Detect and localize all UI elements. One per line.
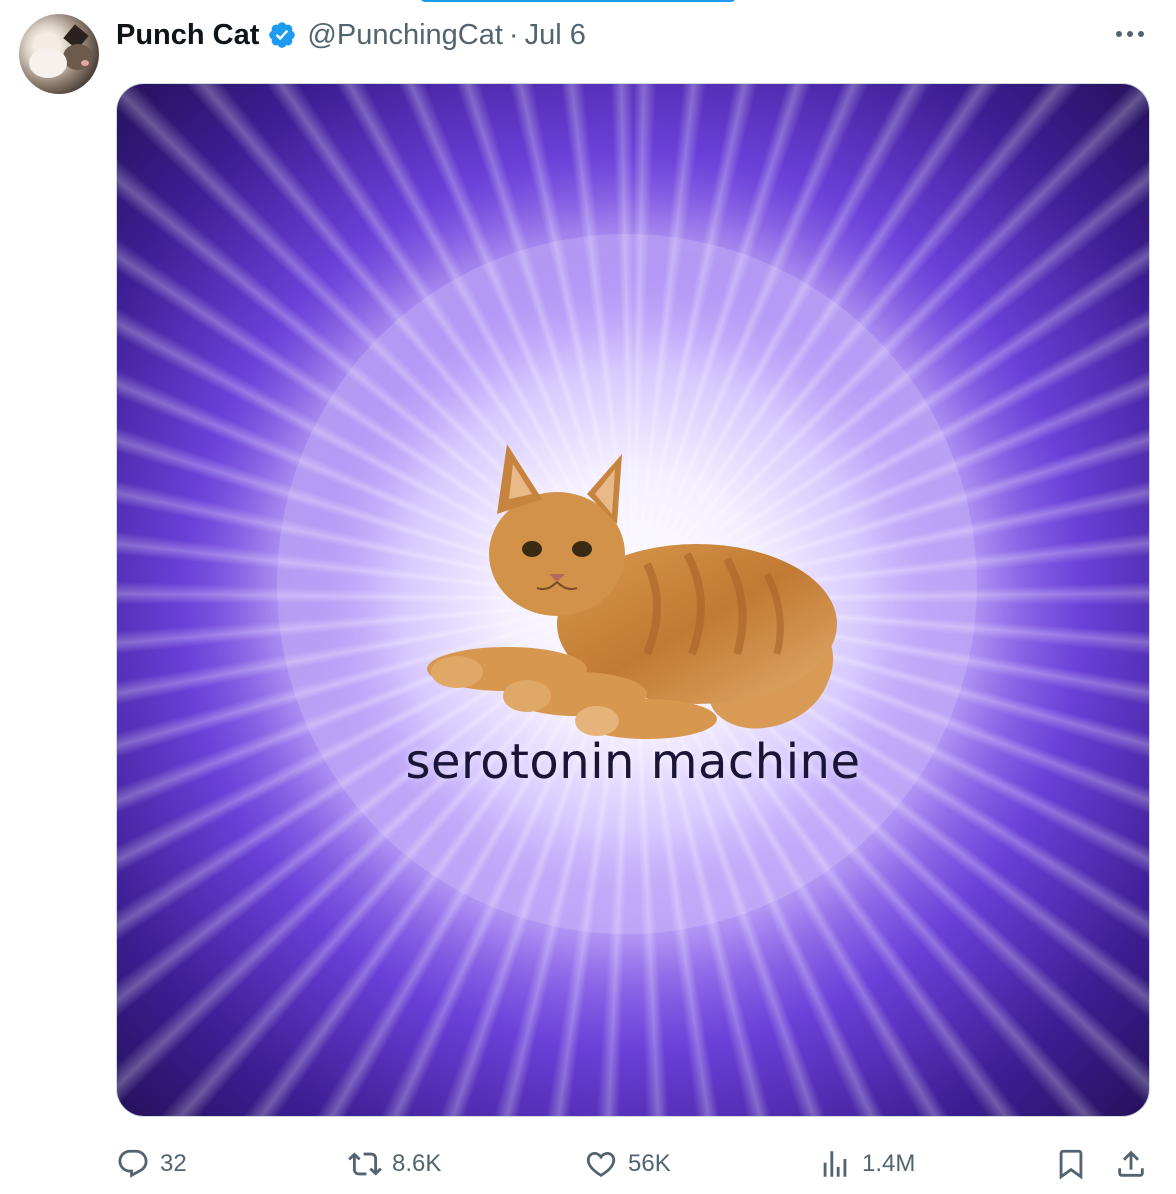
avatar-patch-shape xyxy=(63,44,93,70)
tweet-action-bar: 32 8.6K 56K 1.4M xyxy=(116,1140,1156,1188)
tweet-date[interactable]: Jul 6 xyxy=(525,19,586,52)
separator-dot: · xyxy=(508,18,519,51)
media-caption: serotonin machine xyxy=(405,734,861,790)
like-button[interactable]: 56K xyxy=(584,1140,671,1188)
views-chart-icon xyxy=(823,1151,847,1177)
bookmark-button[interactable] xyxy=(1054,1140,1088,1188)
avatar-face-shape xyxy=(29,48,67,78)
top-indicator-bar xyxy=(420,0,736,2)
share-icon xyxy=(1118,1150,1144,1177)
tweet-media-image[interactable]: serotonin machine xyxy=(116,83,1150,1117)
views-button[interactable]: 1.4M xyxy=(818,1140,915,1188)
views-count: 1.4M xyxy=(862,1150,916,1177)
bookmark-icon xyxy=(1059,1149,1083,1180)
retweet-button[interactable]: 8.6K xyxy=(348,1140,441,1188)
tweet-header: Punch Cat @PunchingCat · Jul 6 xyxy=(116,14,586,56)
avatar-nose-shape xyxy=(81,60,89,66)
reply-count: 32 xyxy=(160,1150,187,1177)
share-button[interactable] xyxy=(1114,1140,1148,1188)
author-name[interactable]: Punch Cat xyxy=(116,19,259,52)
like-count: 56K xyxy=(628,1150,671,1177)
more-horizontal-icon xyxy=(1116,31,1144,37)
avatar[interactable] xyxy=(19,14,99,94)
verified-badge-icon[interactable] xyxy=(267,20,297,50)
author-handle[interactable]: @PunchingCat xyxy=(307,19,503,52)
orange-cat-illustration xyxy=(427,444,837,739)
reply-button[interactable]: 32 xyxy=(116,1140,187,1188)
more-options-button[interactable] xyxy=(1110,20,1150,48)
retweet-icon xyxy=(348,1152,382,1176)
reply-icon xyxy=(118,1149,148,1178)
retweet-count: 8.6K xyxy=(392,1150,442,1177)
heart-icon xyxy=(586,1151,616,1177)
